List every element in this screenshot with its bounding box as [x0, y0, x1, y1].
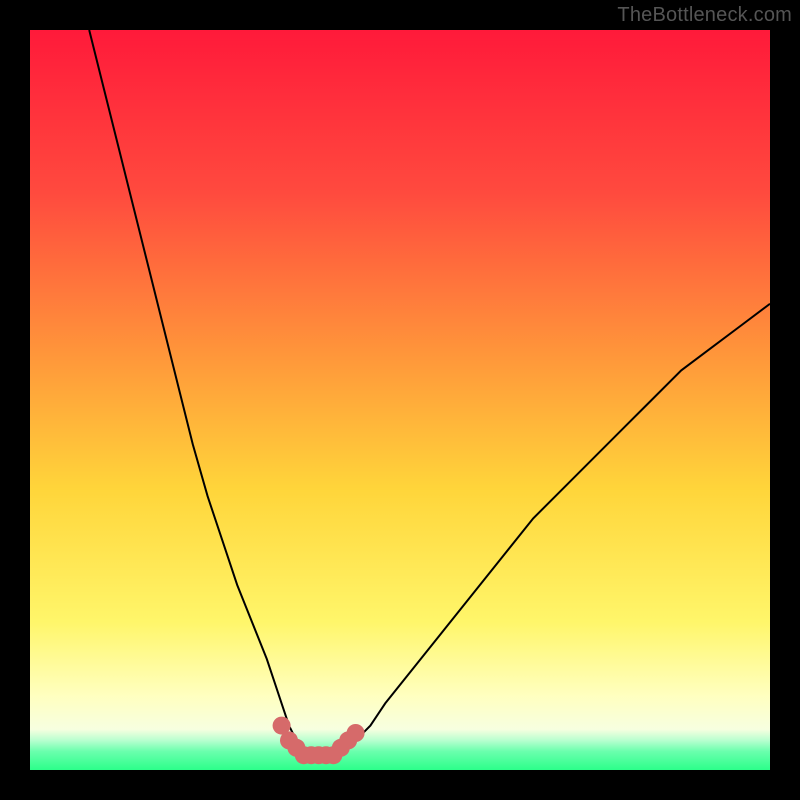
plot-area [30, 30, 770, 770]
watermark-text: TheBottleneck.com [617, 4, 792, 27]
highlight-marker [347, 724, 365, 742]
bottleneck-chart [30, 30, 770, 770]
gradient-background [30, 30, 770, 770]
chart-frame: TheBottleneck.com [0, 0, 800, 800]
